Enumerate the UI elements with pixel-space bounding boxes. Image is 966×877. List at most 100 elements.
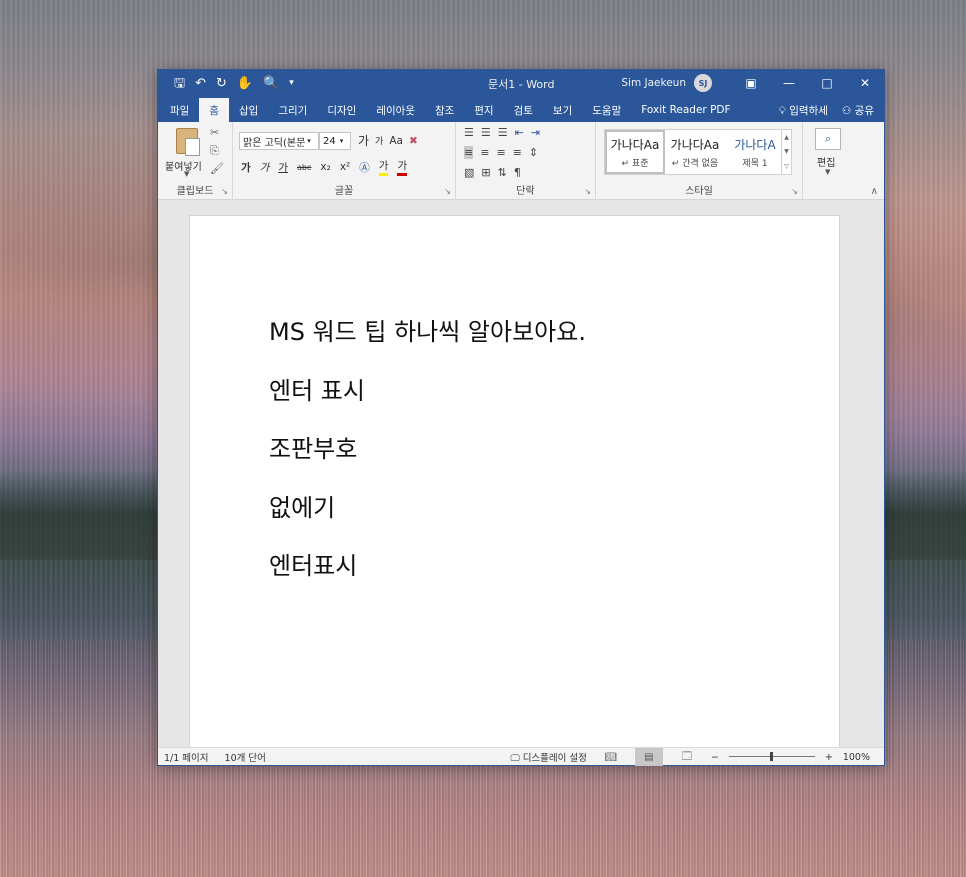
share-button[interactable]: ⚇ 공유	[842, 103, 874, 118]
align-center-icon[interactable]: ≡	[480, 146, 489, 159]
text-effects-icon[interactable]: Ⓐ	[359, 160, 370, 175]
avatar[interactable]: SJ	[694, 74, 712, 92]
zoom-level[interactable]: 100%	[843, 752, 870, 763]
shrink-font-button[interactable]: 가	[375, 134, 383, 147]
touch-mode-icon[interactable]: ✋	[237, 77, 253, 90]
copy-icon[interactable]: ⎘	[210, 144, 219, 158]
numbering-icon[interactable]: ☰	[481, 126, 491, 139]
font-size-select[interactable]: 24 ▾	[319, 132, 351, 150]
highlight-button[interactable]: 가	[378, 158, 389, 176]
tab-draw[interactable]: 그리기	[268, 98, 317, 122]
tab-design[interactable]: 디자인	[317, 98, 366, 122]
close-icon[interactable]: ✕	[846, 70, 884, 96]
italic-button[interactable]: 가	[260, 160, 270, 175]
tab-insert[interactable]: 삽입	[229, 98, 268, 122]
borders-icon[interactable]: ⊞	[481, 166, 490, 179]
font-name-select[interactable]: 맑은 고딕(본문 ▾	[239, 132, 319, 150]
tab-home[interactable]: 홈	[199, 98, 229, 122]
print-preview-icon[interactable]: 🔍	[263, 77, 279, 90]
customize-qat-icon[interactable]: ▾	[289, 78, 294, 88]
tab-foxit[interactable]: Foxit Reader PDF	[631, 98, 740, 122]
page-count[interactable]: 1/1 페이지	[164, 750, 209, 764]
minimize-icon[interactable]: —	[770, 70, 808, 96]
tell-me-box[interactable]: 💡︎ 입력하세	[779, 103, 828, 118]
save-icon[interactable]: 🖫	[174, 77, 185, 90]
search-icon[interactable]: ⌕	[815, 128, 841, 150]
bullets-icon[interactable]: ☰	[464, 126, 474, 139]
document-line[interactable]: MS 워드 팁 하나씩 알아보아요.	[269, 317, 586, 376]
dialog-launcher-icon[interactable]: ↘	[221, 187, 228, 196]
line-spacing-icon[interactable]: ⇕	[529, 146, 538, 159]
style-gallery: 가나다Aa ↵ 표준 가나다Aa ↵ 간격 없음 가나다A 제목 1 ▲ ▼ ▽	[604, 129, 792, 175]
display-settings-label: 디스플레이 설정	[522, 753, 587, 764]
underline-button[interactable]: 가	[278, 160, 288, 175]
tab-mailings[interactable]: 편지	[464, 98, 503, 122]
sort-icon[interactable]: ⇅	[498, 166, 507, 179]
read-mode-icon[interactable]: 📖︎	[597, 748, 625, 766]
align-right-icon[interactable]: ≡	[496, 146, 505, 159]
chevron-down-icon[interactable]: ▼	[825, 168, 830, 176]
tab-references[interactable]: 참조	[425, 98, 464, 122]
tab-view[interactable]: 보기	[543, 98, 582, 122]
tell-me-label: 입력하세	[789, 104, 828, 117]
style-normal[interactable]: 가나다Aa ↵ 표준	[605, 130, 665, 174]
redo-icon[interactable]: ↻	[216, 77, 227, 90]
window-title: 문서1 - Word	[488, 78, 555, 91]
chevron-down-icon[interactable]: ▼	[184, 170, 189, 178]
show-formatting-marks-icon[interactable]: ¶	[514, 166, 521, 179]
undo-icon[interactable]: ↶	[195, 77, 206, 90]
user-name[interactable]: Sim Jaekeun	[621, 77, 686, 89]
justify-icon[interactable]: ≡	[513, 146, 522, 159]
ribbon-display-options-icon[interactable]: ▣	[732, 70, 770, 96]
dialog-launcher-icon[interactable]: ↘	[444, 187, 451, 196]
collapse-ribbon-icon[interactable]: ∧	[871, 186, 878, 197]
format-painter-icon[interactable]: 🖌︎	[210, 162, 224, 175]
tab-file[interactable]: 파일	[158, 98, 199, 122]
style-heading-1[interactable]: 가나다A 제목 1	[725, 130, 785, 174]
paste-icon[interactable]	[176, 128, 200, 156]
zoom-thumb[interactable]	[770, 752, 774, 761]
print-layout-icon[interactable]: ▤	[634, 748, 663, 766]
document-line[interactable]: 조판부호	[269, 434, 586, 493]
font-color-button[interactable]: 가	[397, 158, 408, 176]
zoom-slider[interactable]	[728, 748, 815, 766]
chevron-down-icon: ▾	[339, 137, 344, 145]
align-left-icon[interactable]: ≡	[464, 146, 474, 159]
strikethrough-button[interactable]: abc	[297, 163, 311, 172]
dialog-launcher-icon[interactable]: ↘	[584, 187, 591, 196]
chevron-down-icon[interactable]: ▼	[784, 148, 789, 155]
style-name: 제목 1	[742, 158, 768, 169]
word-count[interactable]: 10개 단어	[225, 750, 266, 764]
grow-font-button[interactable]: 가	[358, 132, 369, 149]
increase-indent-icon[interactable]: ⇥	[531, 126, 540, 139]
bold-button[interactable]: 가	[241, 160, 251, 175]
dialog-launcher-icon[interactable]: ↘	[791, 187, 798, 196]
shading-icon[interactable]: ▧	[464, 166, 474, 179]
zoom-in-button[interactable]: +	[825, 752, 833, 763]
cut-icon[interactable]: ✂	[210, 126, 219, 139]
document-line[interactable]: 없에기	[269, 493, 586, 552]
style-no-spacing[interactable]: 가나다Aa ↵ 간격 없음	[665, 130, 725, 174]
change-case-button[interactable]: Aa	[389, 135, 403, 147]
tab-help[interactable]: 도움말	[582, 98, 631, 122]
superscript-button[interactable]: x²	[340, 161, 350, 173]
decrease-indent-icon[interactable]: ⇤	[515, 126, 524, 139]
subscript-button[interactable]: x₂	[320, 161, 330, 173]
maximize-icon[interactable]: □	[808, 70, 846, 96]
tab-review[interactable]: 검토	[504, 98, 543, 122]
tab-layout[interactable]: 레이아웃	[366, 98, 425, 122]
document-line[interactable]: 엔터 표시	[269, 376, 586, 435]
zoom-out-button[interactable]: −	[711, 752, 719, 763]
gallery-scrollbar[interactable]: ▲ ▼ ▽	[781, 130, 791, 174]
more-icon[interactable]: ▽	[784, 163, 789, 170]
chevron-up-icon[interactable]: ▲	[784, 134, 789, 141]
document-page[interactable]: MS 워드 팁 하나씩 알아보아요. 엔터 표시 조판부호 없에기 엔터표시	[189, 215, 840, 747]
multilevel-list-icon[interactable]: ☰	[498, 126, 508, 139]
document-area: MS 워드 팁 하나씩 알아보아요. 엔터 표시 조판부호 없에기 엔터표시	[158, 200, 884, 747]
web-layout-icon[interactable]: 🗔︎	[673, 748, 701, 766]
document-line[interactable]: 엔터표시	[269, 551, 586, 610]
style-name: ↵ 표준	[621, 158, 649, 169]
editing-button[interactable]: 편집	[817, 154, 835, 169]
clear-formatting-icon[interactable]: ✖	[409, 135, 418, 147]
display-settings-button[interactable]: 🖵︎ 디스플레이 설정	[510, 750, 586, 764]
